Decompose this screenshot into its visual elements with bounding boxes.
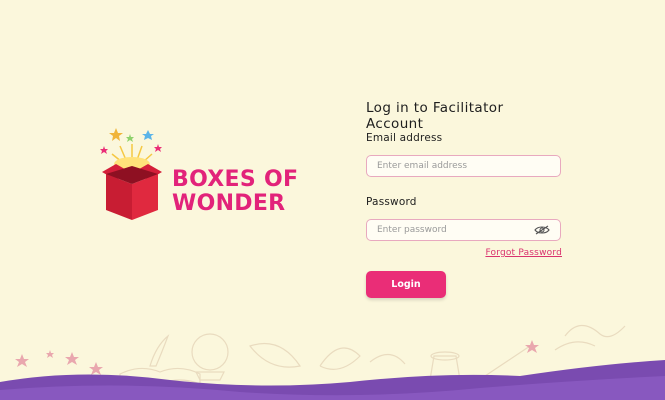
login-button[interactable]: Login bbox=[366, 271, 446, 298]
decorative-footer bbox=[0, 324, 665, 400]
password-label: Password bbox=[366, 196, 417, 208]
eye-icon[interactable] bbox=[534, 225, 550, 235]
email-field[interactable] bbox=[366, 155, 561, 177]
brand-line-1: BOXES OF bbox=[172, 167, 299, 192]
login-form: Log in to Facilitator Account Email addr… bbox=[366, 100, 562, 298]
crystal-ball-icon bbox=[191, 333, 229, 371]
forgot-password-link[interactable]: Forgot Password bbox=[484, 248, 562, 258]
quill-icon bbox=[149, 334, 170, 367]
brand-wordmark: BOXES OF WONDER bbox=[172, 168, 298, 216]
gift-box-icon bbox=[100, 128, 162, 220]
leaf-icon bbox=[249, 342, 301, 368]
brand-line-2: WONDER bbox=[172, 191, 286, 216]
star-icons bbox=[15, 340, 644, 376]
password-field[interactable] bbox=[366, 219, 561, 241]
brand-logo: BOXES OF WONDER bbox=[96, 124, 298, 224]
email-label: Email address bbox=[366, 132, 443, 144]
page-title: Log in to Facilitator Account bbox=[366, 100, 504, 132]
